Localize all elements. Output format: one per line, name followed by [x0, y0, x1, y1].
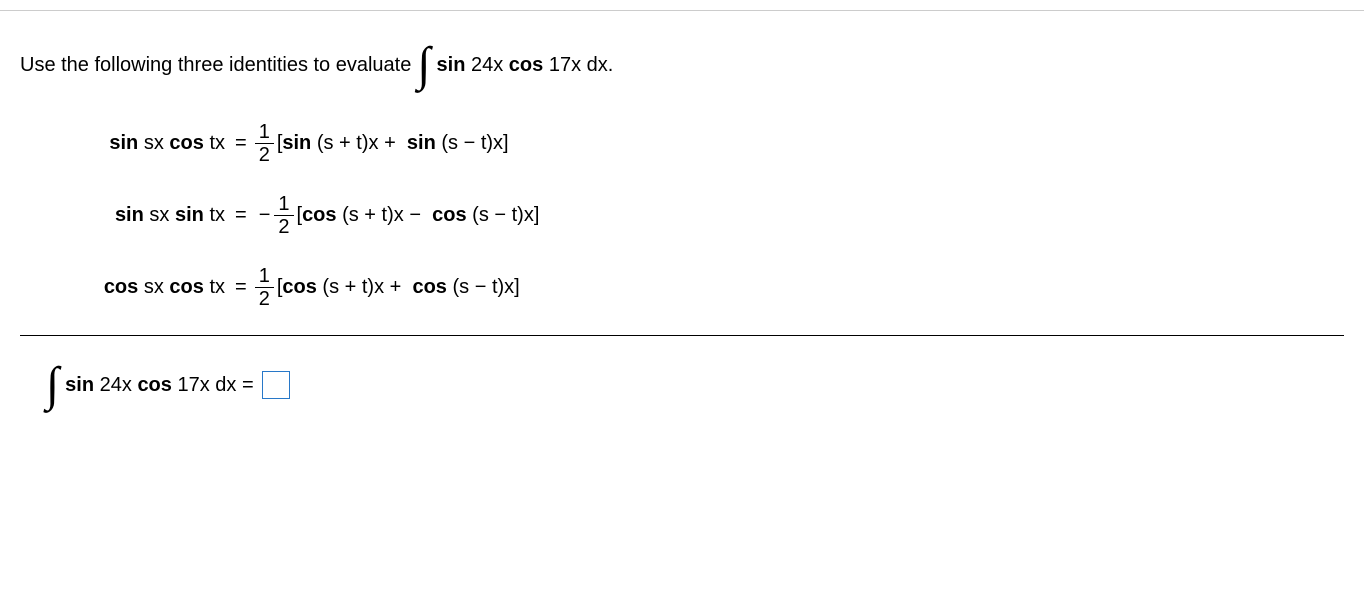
rhs-arg1: (s + t)x	[317, 132, 379, 154]
answer-arg-24x: 24x	[100, 374, 132, 396]
fraction-numerator: 1	[274, 194, 293, 216]
rhs-op: +	[390, 276, 402, 298]
rhs-arg2: (s − t)x	[452, 276, 514, 298]
lhs-fn1: sin	[109, 132, 138, 154]
identity-rhs: [cos (s + t)x − cos (s − t)x]	[297, 204, 540, 227]
rhs-arg2: (s − t)x	[472, 204, 534, 226]
lhs-fn1: cos	[104, 276, 138, 298]
answer-arg-17x: 17x	[177, 374, 209, 396]
rhs-op: −	[409, 204, 421, 226]
prompt-fn-cos: cos	[509, 54, 543, 76]
rhs-fn2: cos	[432, 204, 466, 226]
identity-row: cos sx cos tx = 1 2 [cos (s + t)x + cos …	[65, 263, 1344, 311]
rhs-fn1: cos	[302, 204, 336, 226]
answer-fn-cos: cos	[137, 374, 171, 396]
one-half-fraction: 1 2	[255, 122, 274, 165]
identity-lhs: sin sx cos tx	[65, 132, 225, 155]
fraction-denominator: 2	[274, 216, 293, 237]
prompt-dx: dx.	[587, 54, 614, 76]
answer-integrand: sin 24x cos 17x dx =	[65, 374, 254, 397]
one-half-fraction: 1 2	[274, 194, 293, 237]
lhs-fn1: sin	[115, 204, 144, 226]
identity-lhs: cos sx cos tx	[65, 276, 225, 299]
identity-rhs: [cos (s + t)x + cos (s − t)x]	[277, 276, 520, 299]
integral-icon: ∫	[417, 41, 430, 89]
identity-rhs: [sin (s + t)x + sin (s − t)x]	[277, 132, 509, 155]
prompt-line: Use the following three identities to ev…	[20, 41, 1344, 89]
fraction-numerator: 1	[255, 266, 274, 288]
prompt-arg-17x: 17x	[549, 54, 581, 76]
lhs-mid2: tx	[209, 204, 225, 226]
identity-row: sin sx sin tx = − 1 2 [cos (s + t)x − co…	[65, 191, 1344, 239]
fraction-numerator: 1	[255, 122, 274, 144]
prompt-fn-sin: sin	[437, 54, 466, 76]
integral-icon: ∫	[46, 361, 59, 409]
equals-sign: =	[235, 132, 247, 155]
rhs-fn1: sin	[282, 132, 311, 154]
rhs-op: +	[384, 132, 396, 154]
lhs-mid1: sx	[149, 204, 169, 226]
equals-sign: =	[235, 276, 247, 299]
identity-row: sin sx cos tx = 1 2 [sin (s + t)x + sin …	[65, 119, 1344, 167]
prompt-arg-24x: 24x	[471, 54, 503, 76]
answer-line: ∫ sin 24x cos 17x dx =	[40, 361, 1344, 409]
rhs-arg1: (s + t)x	[342, 204, 404, 226]
question-content: Use the following three identities to ev…	[0, 11, 1364, 429]
rhs-arg1: (s + t)x	[322, 276, 384, 298]
rhs-fn2: cos	[412, 276, 446, 298]
lhs-mid1: sx	[144, 132, 164, 154]
lhs-fn2: cos	[169, 276, 203, 298]
rhs-fn1: cos	[282, 276, 316, 298]
answer-input[interactable]	[262, 371, 290, 399]
one-half-fraction: 1 2	[255, 266, 274, 309]
lhs-mid1: sx	[144, 276, 164, 298]
answer-equals: =	[242, 374, 254, 396]
answer-dx: dx	[215, 374, 236, 396]
equals-sign: =	[235, 204, 247, 227]
rhs-arg2: (s − t)x	[441, 132, 503, 154]
prompt-integrand: sin 24x cos 17x dx.	[437, 54, 614, 77]
prompt-lead-text: Use the following three identities to ev…	[20, 54, 411, 77]
lhs-mid2: tx	[209, 132, 225, 154]
negative-sign: −	[259, 204, 271, 227]
lhs-fn2: sin	[175, 204, 204, 226]
answer-fn-sin: sin	[65, 374, 94, 396]
lhs-fn2: cos	[169, 132, 203, 154]
rhs-fn2: sin	[407, 132, 436, 154]
identity-lhs: sin sx sin tx	[65, 204, 225, 227]
fraction-denominator: 2	[255, 288, 274, 309]
identities-block: sin sx cos tx = 1 2 [sin (s + t)x + sin …	[65, 119, 1344, 311]
horizontal-rule	[20, 335, 1344, 336]
lhs-mid2: tx	[209, 276, 225, 298]
fraction-denominator: 2	[255, 144, 274, 165]
